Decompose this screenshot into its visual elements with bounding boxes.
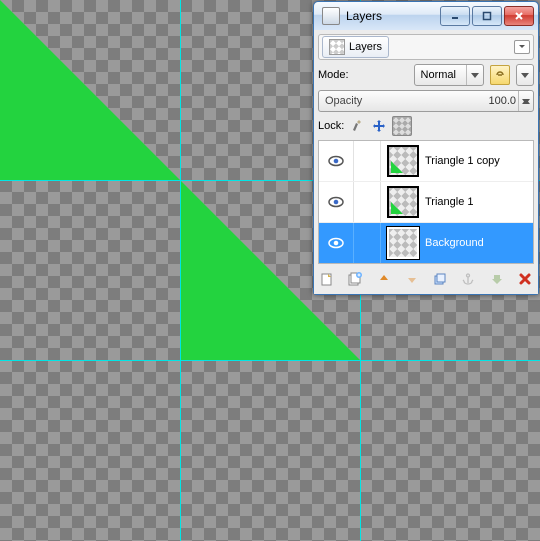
link-toggle[interactable] bbox=[354, 141, 381, 181]
delete-layer-button[interactable] bbox=[516, 270, 534, 288]
layer-thumbnail bbox=[387, 145, 419, 177]
minimize-button[interactable] bbox=[440, 6, 470, 26]
mode-value: Normal bbox=[415, 69, 466, 81]
layer-row[interactable]: Background bbox=[319, 223, 533, 263]
layer-name[interactable]: Triangle 1 bbox=[425, 196, 533, 208]
lock-label: Lock: bbox=[318, 120, 344, 132]
layers-icon bbox=[329, 39, 345, 55]
opacity-slider[interactable]: Opacity 100.0 bbox=[318, 90, 534, 112]
tab-menu-button[interactable] bbox=[514, 40, 530, 54]
link-toggle[interactable] bbox=[354, 182, 381, 222]
layer-row[interactable]: Triangle 1 bbox=[319, 182, 533, 223]
anchor-layer-button[interactable] bbox=[459, 270, 477, 288]
opacity-label: Opacity bbox=[319, 95, 488, 107]
new-layer-button[interactable] bbox=[318, 270, 336, 288]
lock-pixels-button[interactable] bbox=[348, 117, 366, 135]
lock-alpha-button[interactable] bbox=[392, 116, 412, 136]
guide-vertical[interactable] bbox=[180, 0, 181, 541]
lock-position-button[interactable] bbox=[370, 117, 388, 135]
layers-dialog: Layers Layers Mode: bbox=[313, 1, 539, 295]
mode-label: Mode: bbox=[318, 69, 349, 81]
link-mode-button[interactable] bbox=[490, 65, 510, 85]
layer-list: Triangle 1 copy Triangle 1 Background bbox=[318, 140, 534, 264]
titlebar[interactable]: Layers bbox=[314, 2, 538, 30]
close-button[interactable] bbox=[504, 6, 534, 26]
guide-horizontal[interactable] bbox=[0, 360, 540, 361]
layer-name[interactable]: Triangle 1 copy bbox=[425, 155, 533, 167]
opacity-value: 100.0 bbox=[488, 95, 518, 107]
mode-combo[interactable]: Normal bbox=[414, 64, 484, 86]
layer-name[interactable]: Background bbox=[425, 237, 533, 249]
lower-layer-button[interactable] bbox=[403, 270, 421, 288]
maximize-button[interactable] bbox=[472, 6, 502, 26]
chevron-down-icon bbox=[466, 65, 483, 85]
duplicate-layer-button[interactable] bbox=[431, 270, 449, 288]
visibility-toggle[interactable] bbox=[319, 223, 354, 263]
tab-label: Layers bbox=[349, 41, 382, 53]
link-toggle[interactable] bbox=[354, 223, 381, 263]
chevron-down-icon bbox=[517, 65, 533, 85]
triangle-shape bbox=[0, 0, 180, 180]
mode-extra-button[interactable] bbox=[516, 64, 534, 86]
merge-down-button[interactable] bbox=[488, 270, 506, 288]
visibility-toggle[interactable] bbox=[319, 182, 354, 222]
layer-row[interactable]: Triangle 1 copy bbox=[319, 141, 533, 182]
app-icon bbox=[322, 7, 340, 25]
raise-layer-button[interactable] bbox=[375, 270, 393, 288]
layer-thumbnail bbox=[387, 227, 419, 259]
opacity-spinner[interactable] bbox=[518, 91, 533, 111]
layer-toolbar bbox=[318, 268, 534, 290]
layer-thumbnail bbox=[387, 186, 419, 218]
tab-bar: Layers bbox=[318, 34, 534, 60]
new-layer-group-button[interactable] bbox=[346, 270, 364, 288]
visibility-toggle[interactable] bbox=[319, 141, 354, 181]
chevron-down-icon[interactable] bbox=[519, 101, 533, 111]
window-title: Layers bbox=[346, 9, 440, 23]
tab-layers[interactable]: Layers bbox=[322, 36, 389, 58]
